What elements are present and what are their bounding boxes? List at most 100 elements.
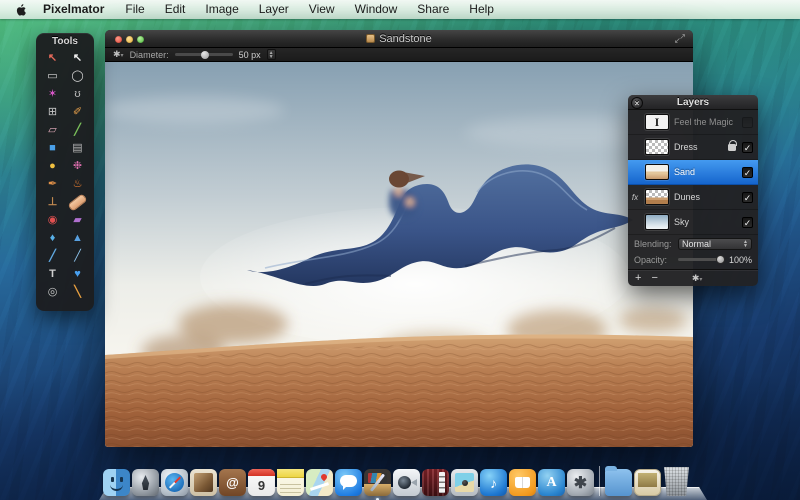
- dock-item-maps[interactable]: [306, 469, 333, 496]
- layer-name: Feel the Magic: [674, 117, 737, 127]
- pen-tool-icon[interactable]: ✐: [65, 103, 90, 121]
- burn-tool-icon[interactable]: ♨: [65, 175, 90, 193]
- gradient-tool-icon[interactable]: ▤: [65, 139, 90, 157]
- dock-item-itunes[interactable]: ♪: [480, 469, 507, 496]
- zoom-button[interactable]: [137, 36, 144, 43]
- calendar-day: 9: [248, 475, 275, 496]
- arrow-select-tool-icon[interactable]: ↖: [65, 49, 90, 67]
- dock-item-safari[interactable]: [161, 469, 188, 496]
- add-layer-button[interactable]: +: [635, 272, 641, 284]
- canvas-area[interactable]: [105, 62, 693, 447]
- layer-row-sky[interactable]: Sky ✓: [628, 210, 758, 235]
- dock-item-mail[interactable]: [190, 469, 217, 496]
- pencil-tool-icon[interactable]: ╱: [65, 121, 90, 139]
- close-icon[interactable]: ×: [631, 97, 643, 109]
- layer-row-dunes[interactable]: fx Dunes ✓: [628, 185, 758, 210]
- ellipse-shape-tool-icon[interactable]: ●: [40, 157, 65, 175]
- layer-thumbnail-sand: [645, 164, 669, 180]
- dock-item-ibooks[interactable]: [509, 469, 536, 496]
- menu-item-help[interactable]: Help: [459, 0, 504, 19]
- apple-menu-icon[interactable]: [10, 3, 32, 17]
- menu-item-view[interactable]: View: [299, 0, 345, 19]
- healing-tool-icon[interactable]: [65, 193, 90, 211]
- layer-row-sand[interactable]: Sand ✓: [628, 160, 758, 185]
- minimize-button[interactable]: [126, 36, 133, 43]
- magic-wand-tool-icon[interactable]: ✶: [40, 85, 65, 103]
- red-eye-tool-icon[interactable]: ◉: [40, 211, 65, 229]
- dock-item-pixelmator[interactable]: [364, 469, 391, 496]
- dock-item-notes[interactable]: [277, 469, 304, 496]
- sponge-tool-icon[interactable]: ▰: [65, 211, 90, 229]
- dock-item-downloads-stack[interactable]: [634, 469, 661, 496]
- diameter-label: Diameter:: [130, 50, 169, 60]
- menu-item-image[interactable]: Image: [195, 0, 248, 19]
- move-tool-icon[interactable]: ↖: [40, 49, 65, 67]
- layers-palette: × Layers I Feel the Magic Dress ✓ Sand ✓…: [628, 95, 758, 286]
- close-button[interactable]: [115, 36, 122, 43]
- pixel-pen-tool-icon[interactable]: ╱: [65, 247, 90, 265]
- dock-item-messages[interactable]: [335, 469, 362, 496]
- eyedropper-tool-icon[interactable]: ╲: [65, 283, 90, 301]
- fullscreen-button[interactable]: ↗ ↙: [674, 33, 686, 45]
- tools-grid: ↖ ↖ ▭ ◯ ✶ ʊ ⊞ ✐ ▱ ╱ ■ ▤ ● ❉ ✒ ♨ ⊥ ◉ ▰ ♦ …: [40, 49, 90, 301]
- layers-palette-header[interactable]: × Layers: [628, 95, 758, 110]
- menu-item-edit[interactable]: Edit: [155, 0, 196, 19]
- menu-item-window[interactable]: Window: [345, 0, 408, 19]
- dock-item-calendar[interactable]: 9: [248, 469, 275, 496]
- dock-item-documents-stack[interactable]: [605, 469, 632, 496]
- layer-visibility-checkbox[interactable]: [742, 117, 753, 128]
- layer-settings-gear-icon[interactable]: ✱▾: [692, 273, 703, 284]
- dock-item-app-store[interactable]: A: [538, 469, 565, 496]
- layer-row-dress[interactable]: Dress ✓: [628, 135, 758, 160]
- crop-tool-icon[interactable]: ⊞: [40, 103, 65, 121]
- layer-visibility-checkbox[interactable]: ✓: [742, 142, 753, 153]
- title-bar[interactable]: Sandstone ↗ ↙: [105, 30, 693, 48]
- menu-bar: Pixelmator File Edit Image Layer View Wi…: [0, 0, 800, 19]
- sharpen-tool-icon[interactable]: ▲: [65, 229, 90, 247]
- smudge-tool-icon[interactable]: ╱: [40, 247, 65, 265]
- layer-visibility-checkbox[interactable]: ✓: [742, 217, 753, 228]
- dock-item-iphoto[interactable]: [451, 469, 478, 496]
- shape-heart-tool-icon[interactable]: ♥: [65, 265, 90, 283]
- window-title: Sandstone: [379, 33, 432, 45]
- document-proxy-icon[interactable]: [366, 34, 375, 43]
- opacity-slider[interactable]: [678, 258, 724, 261]
- diameter-slider[interactable]: [175, 53, 233, 56]
- menu-item-file[interactable]: File: [115, 0, 154, 19]
- menu-item-share[interactable]: Share: [407, 0, 459, 19]
- blending-label: Blending:: [634, 239, 674, 249]
- color-spray-tool-icon[interactable]: ❉: [65, 157, 90, 175]
- dock-item-system-preferences[interactable]: ✱: [567, 469, 594, 496]
- menu-item-pixelmator[interactable]: Pixelmator: [32, 0, 115, 19]
- paint-brush-tool-icon[interactable]: ✒: [40, 175, 65, 193]
- lasso-tool-icon[interactable]: ʊ: [65, 85, 90, 103]
- remove-layer-button[interactable]: −: [651, 272, 657, 284]
- diameter-slider-knob[interactable]: [201, 51, 209, 59]
- traffic-lights: [115, 36, 144, 43]
- blending-select[interactable]: Normal ▲▼: [678, 238, 752, 250]
- layer-visibility-checkbox[interactable]: ✓: [742, 167, 753, 178]
- rectangle-shape-tool-icon[interactable]: ■: [40, 139, 65, 157]
- dock-item-finder[interactable]: [103, 469, 130, 496]
- dock-item-photo-booth[interactable]: [422, 469, 449, 496]
- elliptical-marquee-tool-icon[interactable]: ◯: [65, 67, 90, 85]
- menu-item-layer[interactable]: Layer: [249, 0, 299, 19]
- eraser-tool-icon[interactable]: ▱: [40, 121, 65, 139]
- dock-item-facetime[interactable]: [393, 469, 420, 496]
- type-tool-icon[interactable]: T: [40, 265, 65, 283]
- zoom-tool-icon[interactable]: ◎: [40, 283, 65, 301]
- dock-item-launchpad[interactable]: [132, 469, 159, 496]
- layer-row-feel-the-magic[interactable]: I Feel the Magic: [628, 110, 758, 135]
- diameter-value: 50 px: [239, 50, 261, 60]
- tool-settings-gear-icon[interactable]: ✱▾: [113, 49, 124, 60]
- layer-visibility-checkbox[interactable]: ✓: [742, 192, 753, 203]
- document-window: Sandstone ↗ ↙ ✱▾ Diameter: 50 px ▲▼: [105, 30, 693, 447]
- fx-badge[interactable]: fx: [630, 193, 640, 202]
- opacity-slider-knob[interactable]: [716, 255, 725, 264]
- clone-stamp-tool-icon[interactable]: ⊥: [40, 193, 65, 211]
- diameter-stepper[interactable]: ▲▼: [267, 49, 276, 60]
- dock-item-trash[interactable]: [663, 467, 690, 496]
- rectangular-marquee-tool-icon[interactable]: ▭: [40, 67, 65, 85]
- blur-tool-icon[interactable]: ♦: [40, 229, 65, 247]
- dock-item-contacts[interactable]: @: [219, 469, 246, 496]
